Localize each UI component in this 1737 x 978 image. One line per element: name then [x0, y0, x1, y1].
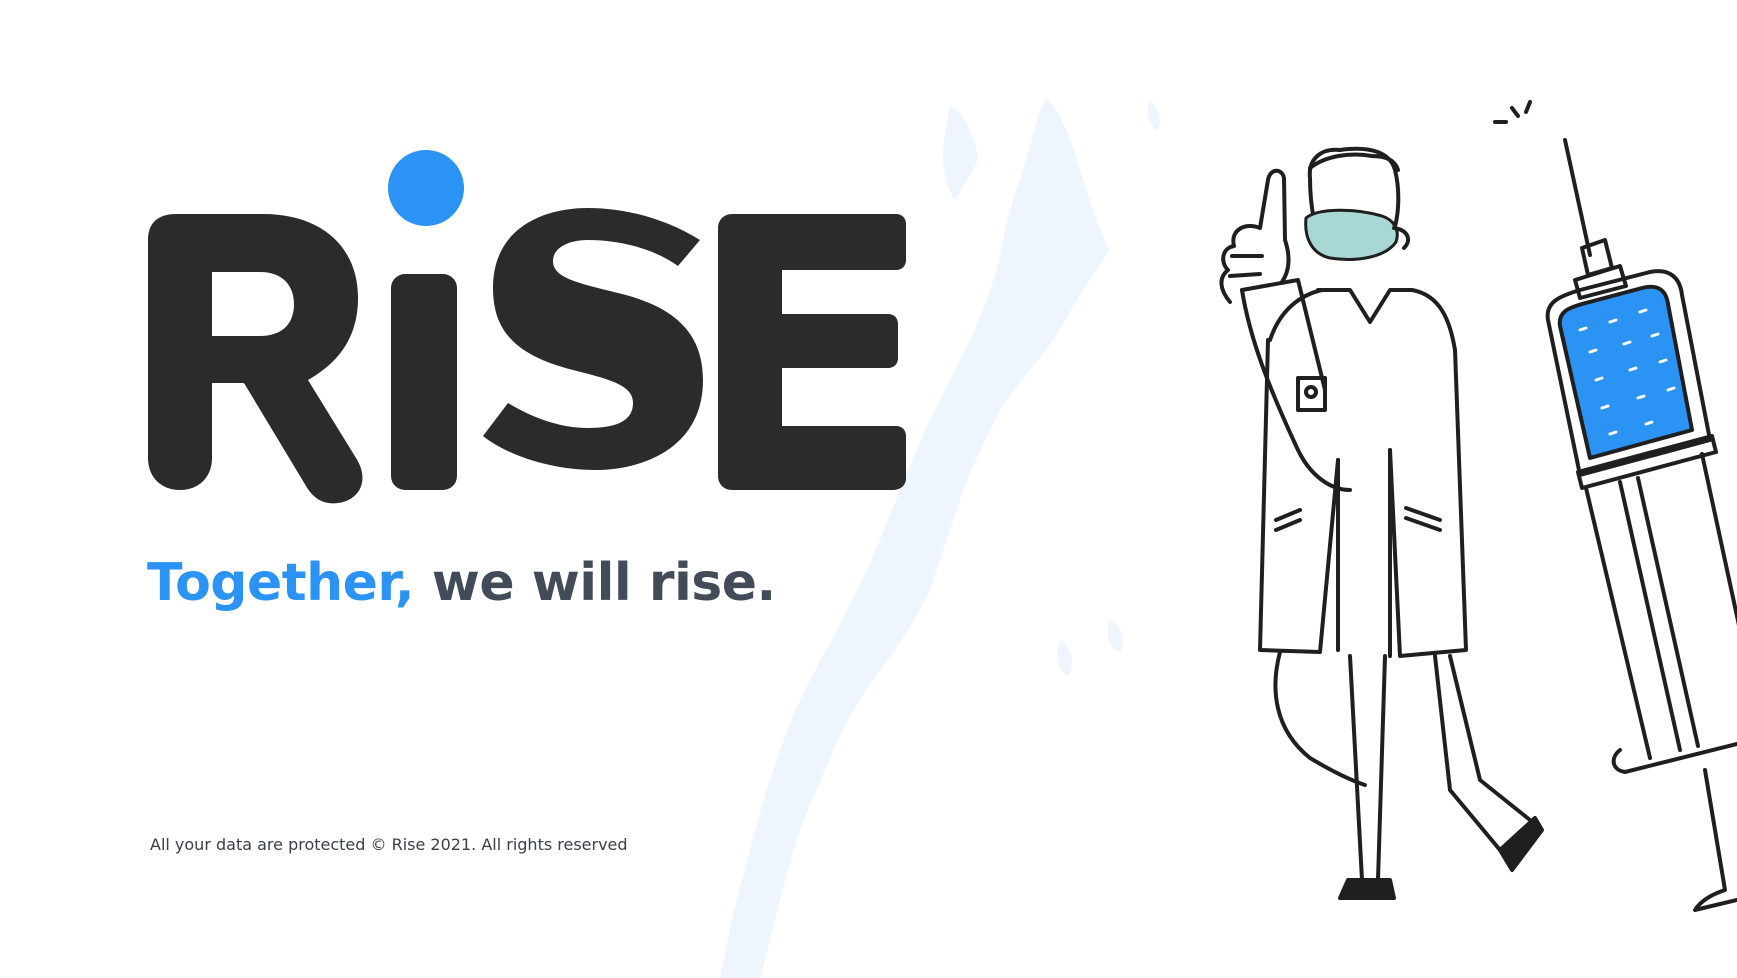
doctor-with-syringe-illustration: [1219, 100, 1737, 912]
logo-letter-s: [483, 208, 703, 470]
rise-logo: [148, 150, 906, 504]
doctor-icon: [1219, 146, 1544, 900]
tagline: Together, we will rise.: [147, 548, 776, 618]
logo-letter-e: [718, 214, 906, 490]
footer-copyright: All your data are protected © Rise 2021.…: [150, 835, 628, 854]
tagline-accent: Together,: [147, 553, 415, 613]
logo-i-dot: [388, 150, 464, 226]
logo-letter-r: [148, 214, 363, 504]
logo-letter-i-stem: [391, 274, 457, 490]
syringe-icon: [1545, 138, 1737, 912]
sparkle-icon: [1493, 100, 1532, 124]
tagline-rest: we will rise.: [431, 553, 776, 613]
